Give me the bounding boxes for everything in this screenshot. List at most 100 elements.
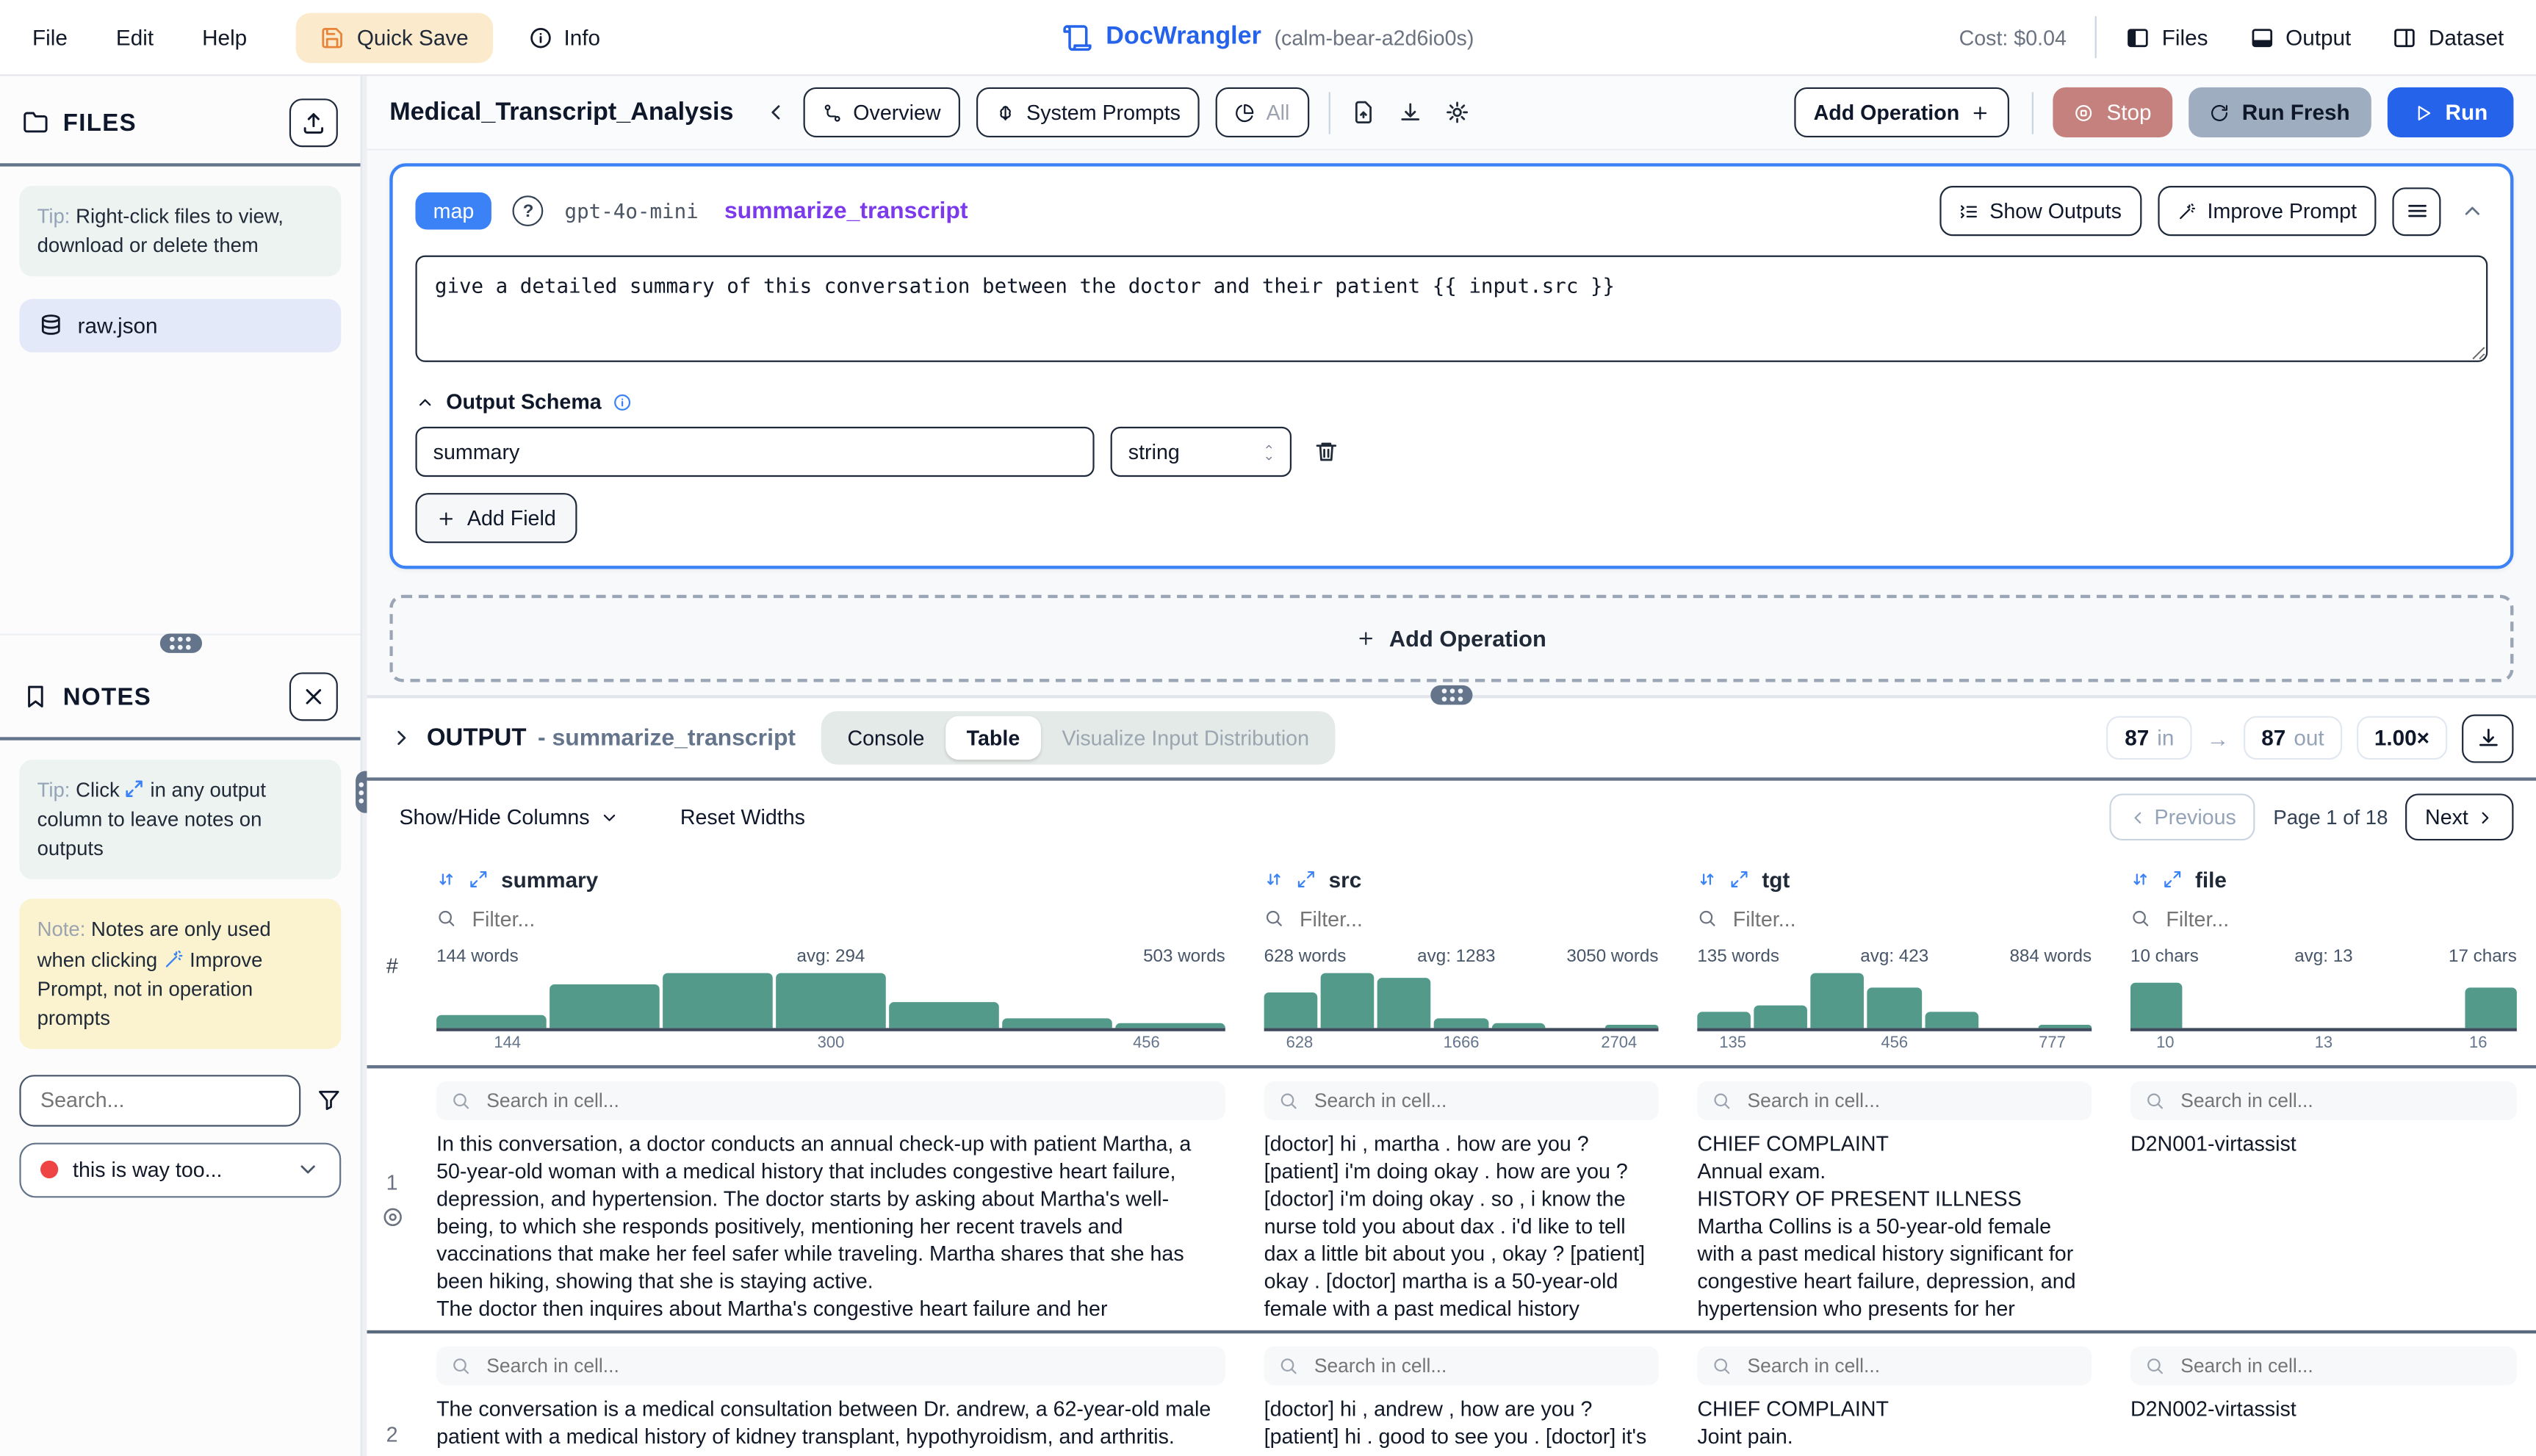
tgt-histogram: [1697, 973, 2092, 1031]
help-icon[interactable]: ?: [513, 195, 544, 226]
stop-circle-icon: [2074, 103, 2093, 122]
download-pipeline-button[interactable]: [1390, 92, 1430, 132]
stop-button[interactable]: Stop: [2053, 87, 2172, 137]
chevron-down-icon: [296, 1158, 320, 1182]
expand-icon[interactable]: [1729, 870, 1748, 889]
operation-type-badge[interactable]: map: [415, 192, 491, 230]
column-filter[interactable]: [1697, 898, 2092, 937]
improve-prompt-button[interactable]: Improve Prompt: [2157, 186, 2376, 236]
cell-search[interactable]: [1697, 1081, 2092, 1120]
expand-icon[interactable]: [469, 870, 488, 889]
download-icon: [1398, 100, 1422, 124]
toggle-files-panel[interactable]: Files: [2126, 25, 2208, 49]
toggle-dataset-panel[interactable]: Dataset: [2393, 25, 2504, 49]
system-prompts-button[interactable]: System Prompts: [976, 87, 1200, 137]
show-hide-columns-button[interactable]: Show/Hide Columns: [389, 804, 628, 831]
sort-icon[interactable]: [2130, 870, 2150, 889]
schema-field-type-select[interactable]: string: [1111, 427, 1292, 477]
info-button[interactable]: Info: [528, 25, 600, 49]
cell-tgt: CHIEF COMPLAINT Joint pain.: [1678, 1333, 2111, 1449]
column-filter[interactable]: [1264, 898, 1659, 937]
info-icon[interactable]: [613, 392, 632, 411]
input-count-badge: 87in: [2107, 716, 2192, 760]
note-item-dropdown[interactable]: this is way too...: [19, 1142, 341, 1197]
menu-file[interactable]: File: [32, 25, 68, 49]
cell-src: [doctor] hi , martha . how are you ? [pa…: [1244, 1068, 1678, 1330]
output-schema-toggle[interactable]: Output Schema: [415, 389, 2488, 414]
cell-tgt: CHIEF COMPLAINT Annual exam. HISTORY OF …: [1678, 1068, 2111, 1330]
filter-select[interactable]: All: [1216, 87, 1308, 137]
upload-file-button[interactable]: [289, 98, 338, 147]
pipeline-toolbar: Medical_Transcript_Analysis Overview Sys…: [367, 76, 2536, 150]
divider[interactable]: [0, 163, 361, 166]
reset-widths-button[interactable]: Reset Widths: [671, 804, 815, 831]
cell-search[interactable]: [2130, 1081, 2517, 1120]
run-button[interactable]: Run: [2387, 87, 2513, 137]
save-icon: [320, 25, 344, 49]
collapse-output-icon[interactable]: [389, 726, 414, 750]
divider: [1328, 91, 1330, 133]
quick-save-button[interactable]: Quick Save: [295, 12, 493, 62]
schema-field-name-input[interactable]: [415, 427, 1094, 477]
download-output-button[interactable]: [2462, 713, 2513, 762]
overview-button[interactable]: Overview: [803, 87, 960, 137]
notes-search-input[interactable]: [19, 1075, 300, 1126]
operation-menu-button[interactable]: [2392, 187, 2440, 235]
run-fresh-button[interactable]: Run Fresh: [2189, 87, 2371, 137]
sort-icon[interactable]: [1697, 870, 1716, 889]
upload-icon: [300, 110, 326, 136]
wand-icon: [163, 948, 184, 969]
next-page-button[interactable]: Next: [2406, 793, 2514, 840]
add-operation-dropzone[interactable]: Add Operation: [389, 595, 2513, 682]
search-icon: [2130, 909, 2150, 928]
cell-src: [doctor] hi , andrew , how are you ? [pa…: [1244, 1333, 1678, 1449]
column-filter[interactable]: [436, 898, 1225, 937]
column-filter[interactable]: [2130, 898, 2517, 937]
tab-table[interactable]: Table: [945, 716, 1041, 760]
sidebar-resize-handle[interactable]: [0, 634, 361, 650]
sidebar-vertical-resizer[interactable]: [361, 76, 367, 1456]
collapse-toolbar-button[interactable]: [756, 92, 796, 132]
prompt-textarea[interactable]: give a detailed summary of this conversa…: [415, 256, 2488, 362]
delete-field-button[interactable]: [1308, 433, 1345, 471]
panel-bottom-icon: [2250, 25, 2274, 49]
add-operation-button[interactable]: Add Operation: [1794, 87, 2009, 137]
close-notes-button[interactable]: [289, 672, 338, 721]
tab-visualize[interactable]: Visualize Input Distribution: [1041, 716, 1330, 760]
cell-summary: In this conversation, a doctor conducts …: [417, 1068, 1245, 1330]
menu-help[interactable]: Help: [202, 25, 247, 49]
menu-edit[interactable]: Edit: [116, 25, 154, 49]
cell-search[interactable]: [436, 1347, 1225, 1385]
search-icon: [2145, 1356, 2164, 1375]
eye-icon[interactable]: [381, 1205, 403, 1228]
sort-icon[interactable]: [436, 870, 455, 889]
cell-search[interactable]: [436, 1081, 1225, 1120]
sort-icon[interactable]: [1264, 870, 1283, 889]
show-outputs-button[interactable]: Show Outputs: [1939, 186, 2141, 236]
add-field-button[interactable]: Add Field: [415, 493, 577, 543]
filter-funnel-icon[interactable]: [317, 1089, 341, 1113]
collapse-operation-button[interactable]: [2457, 195, 2488, 226]
wand-icon: [2177, 201, 2196, 220]
divider: [2032, 91, 2034, 133]
settings-button[interactable]: [1437, 92, 1477, 132]
expand-icon[interactable]: [1297, 870, 1316, 889]
output-title: OUTPUT: [427, 724, 527, 752]
file-item-raw-json[interactable]: raw.json: [19, 300, 341, 353]
cell-search[interactable]: [1697, 1347, 2092, 1385]
page-indicator: Page 1 of 18: [2273, 806, 2388, 829]
cell-search[interactable]: [1264, 1081, 1659, 1120]
gear-icon: [1445, 100, 1469, 124]
expand-icon[interactable]: [2163, 870, 2182, 889]
ratio-badge: 1.00×: [2357, 716, 2448, 760]
tab-console[interactable]: Console: [826, 716, 945, 760]
cell-search[interactable]: [1264, 1347, 1659, 1385]
previous-page-button[interactable]: Previous: [2109, 793, 2255, 840]
toggle-output-panel[interactable]: Output: [2250, 25, 2352, 49]
output-pane-resize-grip[interactable]: [1430, 685, 1472, 704]
search-icon: [1278, 1091, 1297, 1110]
notes-search-field[interactable]: [37, 1086, 283, 1114]
operation-name[interactable]: summarize_transcript: [724, 198, 968, 224]
export-pipeline-button[interactable]: [1343, 92, 1383, 132]
cell-search[interactable]: [2130, 1347, 2517, 1385]
